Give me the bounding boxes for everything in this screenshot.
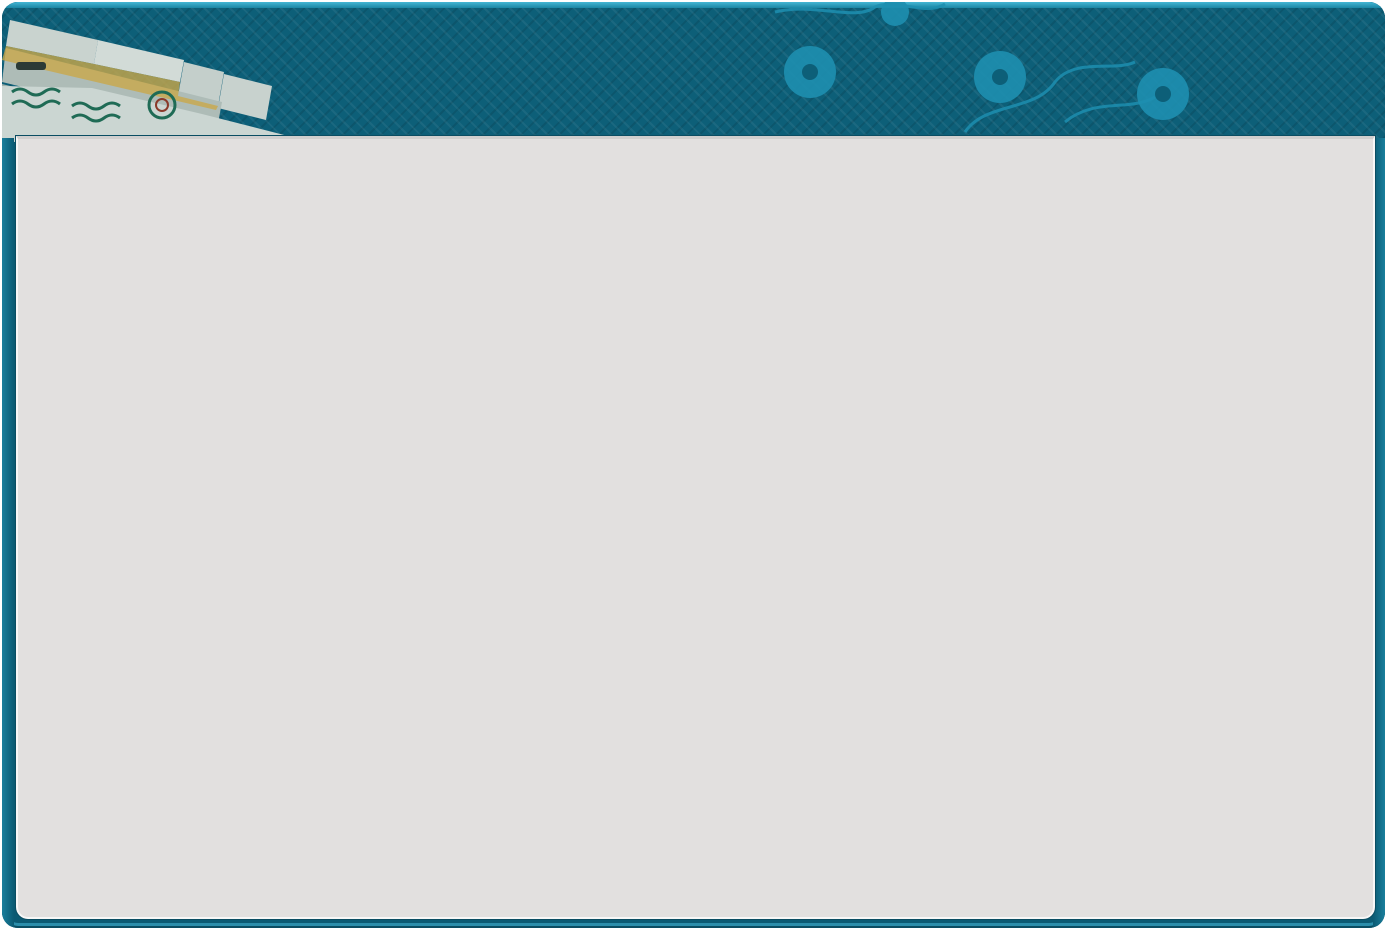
- mahjong-tiles-decoration: [2, 20, 292, 142]
- window-frame: [2, 2, 1385, 928]
- frame-left-edge: [2, 138, 14, 928]
- content-panel: [16, 136, 1375, 919]
- floral-pattern-decoration: [774, 2, 1189, 133]
- mahjong-tile-icon: [2, 20, 292, 142]
